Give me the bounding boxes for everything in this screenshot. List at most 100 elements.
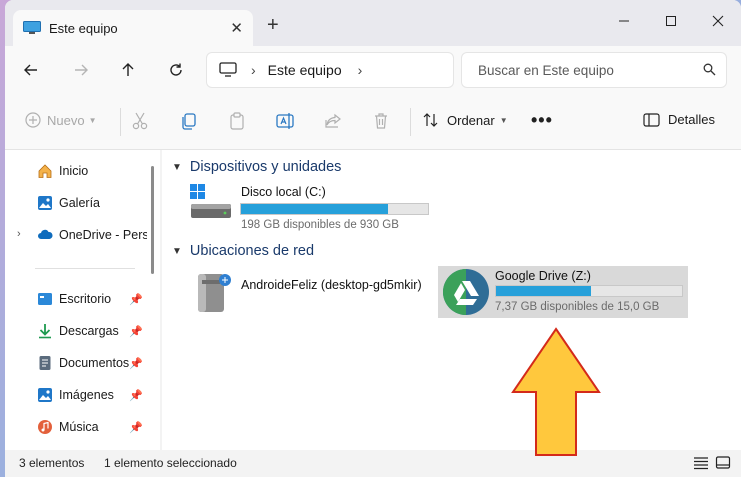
delete-icon[interactable]	[371, 111, 391, 131]
gallery-icon	[38, 196, 52, 210]
back-button[interactable]	[21, 60, 41, 80]
minimize-button[interactable]	[601, 8, 647, 34]
annotation-arrow-up-icon	[511, 327, 601, 456]
more-options-button[interactable]: •••	[531, 110, 553, 131]
search-icon	[703, 63, 716, 76]
share-icon[interactable]	[323, 111, 343, 131]
sidebar-item-documentos[interactable]: Documentos 📌	[5, 352, 150, 374]
toolbar-divider	[120, 108, 121, 136]
navigation-pane-scrollbar[interactable]	[151, 166, 154, 274]
sidebar-item-label: Inicio	[59, 164, 89, 178]
expand-chevron-icon[interactable]: ›	[17, 228, 21, 240]
content-pane: ▼ Dispositivos y unidades Disco local (C…	[162, 150, 741, 450]
new-button[interactable]: Nuevo ▼	[25, 112, 97, 128]
chevron-down-icon: ▼	[499, 115, 508, 125]
onedrive-icon	[38, 229, 53, 239]
sidebar-item-galeria[interactable]: Galería	[5, 192, 150, 214]
rename-icon[interactable]	[275, 111, 295, 131]
drive-free-space: 198 GB disponibles de 930 GB	[241, 219, 399, 231]
sidebar-divider	[35, 268, 135, 269]
copy-icon[interactable]	[179, 111, 199, 131]
network-location-name: AndroideFeliz (desktop-gd5mkir)	[241, 278, 422, 292]
command-bar: Nuevo ▼ Ordenar ▼ ••• Detalles	[5, 94, 741, 150]
breadcrumb-este-equipo[interactable]: Este equipo	[268, 62, 342, 78]
details-button[interactable]: Detalles	[643, 112, 715, 127]
sidebar-item-onedrive[interactable]: › OneDrive - Personal	[5, 224, 150, 246]
pin-icon[interactable]: 📌	[129, 293, 143, 306]
minimize-icon	[619, 20, 629, 22]
arrow-right-icon	[75, 64, 88, 76]
capacity-bar-fill	[496, 286, 591, 296]
monitor-icon	[219, 62, 237, 77]
group-title: Dispositivos y unidades	[189, 159, 342, 175]
tab-title: Este equipo	[49, 20, 118, 36]
sidebar-item-label: Galería	[59, 196, 100, 210]
file-explorer-window: Este equipo ✕ + › Este equipo › Buscar e…	[5, 0, 741, 477]
breadcrumb-chevron-icon[interactable]: ›	[358, 62, 363, 78]
cut-icon[interactable]	[130, 111, 150, 131]
refresh-icon	[170, 63, 182, 76]
music-icon	[38, 420, 52, 434]
navigation-bar: › Este equipo ›	[5, 46, 741, 94]
plus-circle-icon	[25, 112, 41, 128]
tab-este-equipo[interactable]: Este equipo ✕	[13, 10, 253, 46]
sidebar-item-imagenes[interactable]: Imágenes 📌	[5, 384, 150, 406]
pictures-icon	[38, 388, 52, 402]
new-button-label: Nuevo	[47, 112, 85, 128]
up-button[interactable]	[118, 60, 138, 80]
home-icon	[38, 164, 52, 178]
status-bar: 3 elementos 1 elemento seleccionado	[5, 450, 741, 477]
large-icons-view-icon[interactable]	[715, 455, 731, 471]
details-pane-icon	[643, 112, 660, 127]
group-header-network[interactable]: ▼ Ubicaciones de red	[172, 243, 314, 259]
group-title: Ubicaciones de red	[189, 243, 315, 259]
search-input[interactable]	[476, 61, 690, 79]
selection-count: 1 elemento seleccionado	[104, 456, 237, 470]
arrow-up-icon	[122, 63, 134, 76]
pin-icon[interactable]: 📌	[129, 421, 143, 434]
documents-icon	[39, 356, 51, 370]
arrow-left-icon	[24, 64, 37, 76]
sidebar-item-inicio[interactable]: Inicio	[5, 160, 150, 182]
pin-icon[interactable]: 📌	[129, 389, 143, 402]
search-box[interactable]	[462, 53, 726, 87]
sidebar-item-descargas[interactable]: Descargas 📌	[5, 320, 150, 342]
pin-icon[interactable]: 📌	[129, 325, 143, 338]
collapse-chevron-icon[interactable]: ▼	[172, 162, 182, 173]
breadcrumb-chevron-icon[interactable]: ›	[251, 62, 256, 78]
network-location-androidefeliz[interactable]: AndroideFeliz (desktop-gd5mkir)	[188, 268, 428, 318]
navigation-pane: Inicio Galería › OneDrive - Personal Esc…	[5, 150, 160, 450]
collapse-chevron-icon[interactable]: ▼	[172, 246, 182, 257]
sidebar-item-escritorio[interactable]: Escritorio 📌	[5, 288, 150, 310]
capacity-bar	[495, 285, 683, 297]
group-header-devices[interactable]: ▼ Dispositivos y unidades	[172, 159, 341, 175]
maximize-button[interactable]	[648, 8, 694, 34]
maximize-icon	[666, 16, 676, 26]
hard-drive-icon	[190, 184, 231, 218]
drive-free-space: 7,37 GB disponibles de 15,0 GB	[495, 301, 660, 313]
sort-icon	[423, 113, 438, 127]
toolbar-divider	[410, 108, 411, 136]
address-bar[interactable]: › Este equipo ›	[207, 53, 453, 87]
pin-icon[interactable]: 📌	[129, 357, 143, 370]
sort-button-label: Ordenar	[447, 112, 495, 128]
drive-local-c[interactable]: Disco local (C:) 198 GB disponibles de 9…	[188, 182, 438, 232]
capacity-bar	[240, 203, 429, 215]
drive-name: Google Drive (Z:)	[495, 269, 591, 283]
details-view-icon[interactable]	[693, 455, 709, 471]
sort-button[interactable]: Ordenar ▼	[423, 112, 508, 128]
sidebar-item-musica[interactable]: Música 📌	[5, 416, 150, 438]
close-tab-icon[interactable]: ✕	[230, 19, 243, 37]
capacity-bar-fill	[241, 204, 389, 214]
chevron-down-icon: ▼	[88, 115, 97, 125]
google-drive-icon	[443, 269, 489, 315]
paste-icon[interactable]	[227, 111, 247, 131]
details-button-label: Detalles	[668, 112, 715, 127]
drive-google-drive-z-selected[interactable]: Google Drive (Z:) 7,37 GB disponibles de…	[438, 266, 688, 318]
network-drive-icon	[198, 274, 231, 312]
refresh-button[interactable]	[166, 60, 186, 80]
forward-button[interactable]	[71, 60, 91, 80]
sidebar-item-label: OneDrive - Personal	[59, 228, 147, 242]
new-tab-button[interactable]: +	[267, 15, 279, 35]
close-window-button[interactable]	[695, 8, 741, 34]
